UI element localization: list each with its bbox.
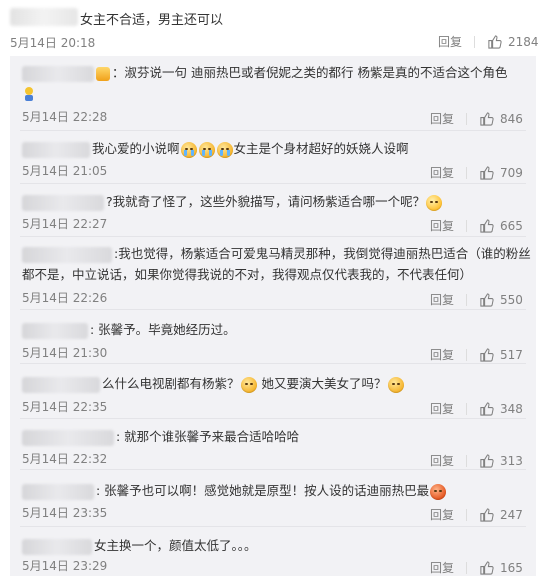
reply-prefix: ：	[112, 65, 125, 80]
smirk-emoji-icon	[387, 376, 404, 393]
vip-badge-icon	[96, 66, 110, 81]
thumbs-up-icon	[480, 293, 494, 307]
thumbs-up-icon	[480, 219, 494, 233]
reply-button[interactable]: 回复	[430, 164, 454, 181]
reply-text: ?我就奇了怪了，这些外貌描写，请问杨紫适合哪一个呢？	[106, 194, 426, 209]
reply-time: 5月14日 22:26	[22, 291, 108, 305]
like-button[interactable]: 348	[479, 401, 523, 416]
reply-button[interactable]: 回复	[430, 400, 454, 417]
reply-text: 么什么电视剧都有杨紫？	[102, 376, 240, 391]
reply-time: 5月14日 22:28	[22, 110, 108, 124]
like-count: 165	[500, 560, 523, 575]
reply-time: 5月14日 23:29	[22, 559, 108, 573]
reply-text-continued: 都不是，中立说话，如果你觉得我说的不对，我得观点仅代表我的，不代表任何）	[22, 267, 473, 282]
reply-time: 5月14日 21:05	[22, 164, 108, 178]
reply-text: 女主是个身材超好的妖娆人设啊	[233, 141, 409, 156]
blurred-username	[22, 246, 112, 263]
like-button[interactable]: 550	[479, 292, 523, 307]
thumbs-up-icon	[480, 348, 494, 362]
like-count: 665	[500, 218, 523, 233]
reply-item: : 张馨予。毕竟她经历过。 5月14日 21:30 回复 517	[10, 310, 536, 364]
like-count: 348	[500, 401, 523, 416]
thumbs-up-icon	[480, 454, 494, 468]
reply-time: 5月14日 23:35	[22, 506, 108, 520]
comment-actions: 回复 2184	[438, 33, 539, 50]
reply-item: ：淑芬说一句 迪丽热巴或者倪妮之类的都行 杨紫是真的不适合这个角色 5月14日 …	[10, 56, 536, 131]
smirk-emoji-icon	[240, 376, 257, 393]
thumbs-up-icon	[480, 166, 494, 180]
like-count: 247	[500, 507, 523, 522]
crying-emoji-icon	[198, 141, 215, 158]
blurred-username	[22, 483, 94, 500]
reply-item: : 张馨予也可以啊！感觉她就是原型！按人设的话迪丽热巴最 5月14日 23:35…	[10, 470, 536, 527]
divider	[474, 35, 476, 48]
reply-button[interactable]: 回复	[430, 291, 454, 308]
like-count: 709	[500, 165, 523, 180]
like-count: 313	[500, 453, 523, 468]
reply-item: ?我就奇了怪了，这些外貌描写，请问杨紫适合哪一个呢？ 5月14日 22:27 回…	[10, 184, 536, 237]
like-count: 846	[500, 111, 523, 126]
reply-time: 5月14日 21:30	[22, 346, 108, 360]
reply-text: 女主换一个，颜值太低了。。。	[94, 538, 257, 553]
reply-item: :我也觉得，杨紫适合可爱鬼马精灵那种，我倒觉得迪丽热巴适合（谁的粉丝 都不是，中…	[10, 237, 536, 310]
like-button[interactable]: 313	[479, 453, 523, 468]
comment-time: 5月14日 20:18	[10, 36, 96, 50]
blurred-username	[22, 429, 114, 446]
like-button[interactable]: 709	[479, 165, 523, 180]
reply-button[interactable]: 回复	[430, 346, 454, 363]
blurred-username	[22, 194, 104, 211]
thumbs-up-icon	[480, 508, 494, 522]
thumbs-up-icon	[480, 112, 494, 126]
reply-text: :我也觉得，杨紫适合可爱鬼马精灵那种，我倒觉得迪丽热巴适合（谁的粉丝	[114, 246, 531, 261]
like-button[interactable]: 247	[479, 507, 523, 522]
blurred-username	[22, 538, 92, 555]
like-count: 550	[500, 292, 523, 307]
like-button[interactable]: 846	[479, 111, 523, 126]
reply-text: 我心爱的小说啊	[92, 141, 180, 156]
reply-item: 女主换一个，颜值太低了。。。 5月14日 23:29 回复 165	[10, 527, 536, 576]
reply-text: : 张馨予也可以啊！感觉她就是原型！按人设的话迪丽热巴最	[96, 483, 430, 498]
thumbs-up-icon	[480, 402, 494, 416]
like-button[interactable]: 165	[479, 560, 523, 575]
reply-list: ：淑芬说一句 迪丽热巴或者倪妮之类的都行 杨紫是真的不适合这个角色 5月14日 …	[10, 56, 536, 576]
reply-text: 她又要演大美女了吗？	[261, 376, 387, 391]
reply-text: : 张馨予。毕竟她经历过。	[90, 322, 236, 337]
blurred-username	[22, 141, 90, 158]
blurred-username	[22, 376, 100, 393]
like-button[interactable]: 2184	[487, 34, 539, 49]
reply-button[interactable]: 回复	[430, 217, 454, 234]
reply-item: 么什么电视剧都有杨紫？ 她又要演大美女了吗？ 5月14日 22:35 回复 34…	[10, 364, 536, 419]
reply-button[interactable]: 回复	[430, 506, 454, 523]
doll-emoji-icon	[25, 87, 33, 101]
reply-item: : 就那个谁张馨予来最合适哈哈哈 5月14日 22:32 回复 313	[10, 419, 536, 470]
reply-text: 淑芬说一句 迪丽热巴或者倪妮之类的都行 杨紫是真的不适合这个角色	[124, 65, 508, 80]
main-comment: 女主不合适，男主还可以 5月14日 20:18 回复 2184	[0, 0, 545, 56]
like-count: 517	[500, 347, 523, 362]
like-count: 2184	[508, 34, 539, 49]
reply-text: : 就那个谁张馨予来最合适哈哈哈	[116, 429, 300, 444]
crying-emoji-icon	[180, 141, 197, 158]
reply-item: 我心爱的小说啊 女主是个身材超好的妖娆人设啊 5月14日 21:05 回复 709	[10, 131, 536, 184]
like-button[interactable]: 665	[479, 218, 523, 233]
smile-emoji-icon	[426, 194, 443, 211]
reply-time: 5月14日 22:35	[22, 400, 108, 414]
crying-emoji-icon	[216, 141, 233, 158]
reply-time: 5月14日 22:32	[22, 452, 108, 466]
red-emoji-icon	[430, 483, 447, 500]
reply-button[interactable]: 回复	[430, 452, 454, 469]
thumbs-up-icon	[480, 561, 494, 575]
reply-button[interactable]: 回复	[438, 33, 462, 50]
reply-button[interactable]: 回复	[430, 110, 454, 127]
blurred-username	[10, 8, 78, 26]
blurred-username	[22, 322, 88, 339]
comment-text: 女主不合适，男主还可以	[80, 13, 224, 28]
thumbs-up-icon	[488, 35, 502, 49]
like-button[interactable]: 517	[479, 347, 523, 362]
blurred-username	[22, 65, 94, 82]
reply-time: 5月14日 22:27	[22, 217, 108, 231]
reply-button[interactable]: 回复	[430, 559, 454, 576]
